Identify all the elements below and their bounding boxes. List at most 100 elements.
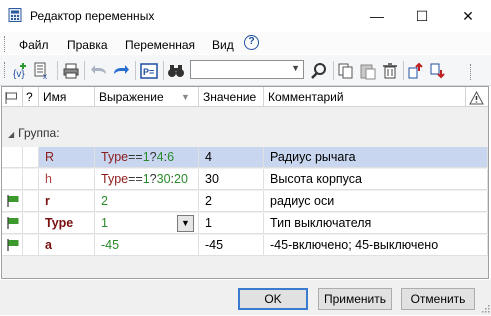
expression-token: Type: [101, 150, 129, 164]
header-flag[interactable]: [2, 87, 23, 107]
calculator-icon: [8, 8, 22, 22]
close-button[interactable]: ✕: [445, 0, 491, 32]
svg-text:{v}: {v}: [13, 69, 25, 80]
flag-icon: [7, 195, 19, 207]
header-comment[interactable]: Комментарий: [264, 87, 466, 107]
comment-cell[interactable]: -45-включено; 45-выключено: [264, 235, 488, 256]
toolbar-separator: [57, 61, 58, 80]
header-expression[interactable]: Выражение ▼: [95, 87, 199, 107]
add-variable-icon[interactable]: {v}: [12, 62, 30, 80]
formula-panel-icon[interactable]: P=: [140, 62, 158, 80]
toolbar-grip: [4, 62, 8, 78]
search-icon[interactable]: [310, 62, 328, 80]
comment-cell[interactable]: Тип выключателя: [264, 213, 488, 234]
help-icon[interactable]: ?: [244, 35, 259, 50]
variable-name-cell[interactable]: R: [39, 147, 95, 168]
expression-token: 1: [142, 150, 150, 164]
header-expression-label: Выражение: [99, 90, 164, 104]
expression-token: 6: [167, 150, 175, 164]
header-name[interactable]: Имя: [39, 87, 95, 107]
expression-cell[interactable]: Type==1?30:20: [95, 169, 199, 190]
variable-name-cell[interactable]: Type: [39, 213, 95, 234]
chevron-down-icon[interactable]: ▼: [291, 63, 300, 73]
warning-icon: [469, 90, 484, 105]
row-flag-cell[interactable]: [2, 191, 23, 212]
expression-token: 30: [156, 172, 171, 186]
expression-cell[interactable]: -45: [95, 235, 199, 256]
move-down-icon[interactable]: [429, 62, 447, 80]
variable-name-cell[interactable]: a: [39, 235, 95, 256]
flag-icon: [7, 239, 19, 251]
apply-button[interactable]: Применить: [318, 288, 392, 310]
variable-name-cell[interactable]: h: [39, 169, 95, 190]
row-flag-cell[interactable]: [2, 169, 23, 190]
row-state-cell: [23, 147, 39, 168]
menu-edit[interactable]: Правка: [67, 38, 108, 52]
value-cell[interactable]: 30: [199, 169, 264, 190]
binoculars-icon[interactable]: [167, 62, 185, 80]
svg-text:P=: P=: [143, 67, 154, 77]
ok-button[interactable]: OK: [238, 288, 308, 310]
group-label[interactable]: ◢ Группа:: [8, 126, 60, 140]
expression-token: 1: [101, 216, 108, 230]
maximize-button[interactable]: ☐: [399, 0, 445, 32]
minimize-button[interactable]: —: [354, 0, 400, 32]
toolbar-separator: [84, 61, 85, 80]
value-cell[interactable]: -45: [199, 235, 264, 256]
resize-grip-icon[interactable]: [480, 302, 490, 313]
group-header-row: [2, 108, 488, 147]
variable-list-icon[interactable]: x: [34, 62, 52, 80]
expression-token: Type: [101, 172, 129, 186]
search-input[interactable]: ▼: [190, 60, 304, 79]
copy-icon[interactable]: [337, 62, 355, 80]
svg-text:x: x: [43, 72, 47, 80]
comment-cell[interactable]: Высота корпуса: [264, 169, 488, 190]
expression-cell[interactable]: Type==1?4:6: [95, 147, 199, 168]
expression-token: 2: [101, 194, 108, 208]
expression-dropdown-button[interactable]: ▼: [177, 215, 194, 232]
row-flag-cell[interactable]: [2, 213, 23, 234]
header-warning[interactable]: [466, 87, 488, 107]
expression-token: 1: [142, 172, 150, 186]
toolbar-overflow[interactable]: [470, 64, 479, 80]
redo-icon[interactable]: [112, 62, 130, 80]
sort-down-icon: ▼: [181, 92, 190, 102]
delete-icon[interactable]: [381, 62, 399, 80]
menu-file[interactable]: Файл: [19, 38, 49, 52]
collapse-triangle-icon[interactable]: ◢: [8, 130, 14, 139]
help-glyph: ?: [248, 36, 255, 47]
expression-token: ==: [128, 172, 143, 186]
menu-grip: [4, 36, 8, 52]
expression-token: -45: [101, 238, 120, 252]
row-flag-cell[interactable]: [2, 147, 23, 168]
flag-outline-icon: [5, 91, 17, 104]
window-title: Редактор переменных: [30, 9, 155, 23]
value-cell[interactable]: 1: [199, 213, 264, 234]
minimize-icon: —: [370, 8, 384, 24]
value-cell[interactable]: 4: [199, 147, 264, 168]
toolbar-separator: [333, 61, 334, 80]
toolbar-separator: [163, 61, 164, 80]
row-flag-cell[interactable]: [2, 235, 23, 256]
comment-cell[interactable]: радиус оси: [264, 191, 488, 212]
expression-token: 20: [174, 172, 188, 186]
flag-icon: [7, 217, 19, 229]
close-icon: ✕: [462, 7, 474, 24]
variable-name-cell[interactable]: r: [39, 191, 95, 212]
comment-cell[interactable]: Радиус рычага: [264, 147, 488, 168]
row-state-cell: [23, 191, 39, 212]
header-question[interactable]: ?: [23, 87, 39, 107]
expression-cell[interactable]: 2: [95, 191, 199, 212]
expression-cell[interactable]: 1 ▼: [95, 213, 199, 234]
move-up-icon[interactable]: [407, 62, 425, 80]
menu-variable[interactable]: Переменная: [125, 38, 195, 52]
header-value[interactable]: Значение: [199, 87, 264, 107]
undo-icon[interactable]: [90, 62, 108, 80]
cancel-button[interactable]: Отменить: [401, 288, 475, 310]
value-cell[interactable]: 2: [199, 191, 264, 212]
paste-icon[interactable]: [359, 62, 377, 80]
menu-view[interactable]: Вид: [212, 38, 234, 52]
print-icon[interactable]: [62, 62, 80, 80]
expression-token: ?: [149, 150, 157, 164]
row-state-cell: [23, 169, 39, 190]
